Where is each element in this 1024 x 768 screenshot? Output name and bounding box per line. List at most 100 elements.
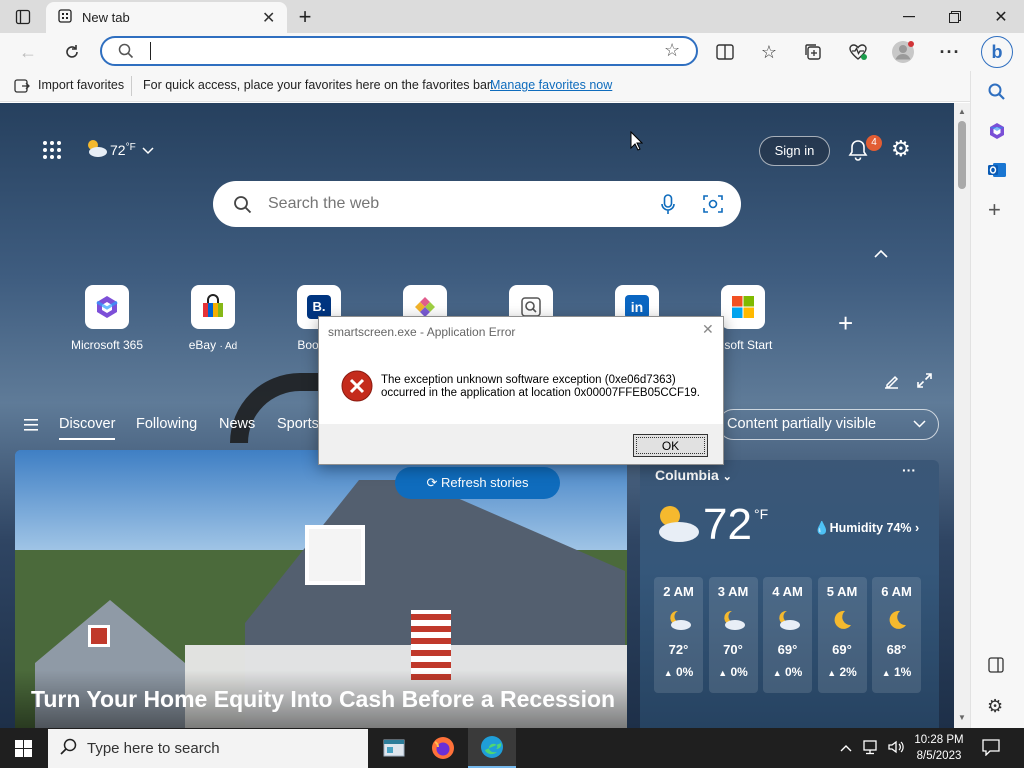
outlook-icon[interactable] bbox=[987, 161, 1007, 182]
windows-start-icon[interactable] bbox=[15, 740, 32, 760]
location-label: Columbia bbox=[655, 467, 719, 483]
tab-news[interactable]: News bbox=[219, 416, 255, 432]
bing-copilot-icon[interactable]: b bbox=[981, 36, 1013, 68]
taskbar-search-box[interactable]: Type here to search bbox=[48, 729, 368, 768]
ok-button[interactable]: OK bbox=[633, 434, 708, 457]
network-icon[interactable] bbox=[862, 739, 880, 758]
precip-value: 0% bbox=[784, 665, 803, 679]
web-search-box[interactable] bbox=[213, 181, 741, 227]
taskbar-app-unknown[interactable] bbox=[370, 728, 418, 768]
shortcut-label: eBay bbox=[188, 338, 217, 352]
hourly-forecast-item: 5 AM 69° ▲ 2% bbox=[817, 577, 867, 693]
show-hidden-icons-chevron-icon[interactable] bbox=[840, 740, 852, 755]
manage-favorites-link[interactable]: Manage favorites now bbox=[490, 78, 612, 92]
new-tab-page-icon bbox=[58, 9, 72, 26]
add-shortcut-plus-icon[interactable]: + bbox=[838, 308, 853, 339]
sidebar-settings-gear-icon[interactable]: ⚙ bbox=[987, 696, 1003, 717]
address-bar[interactable]: ☆ bbox=[100, 36, 698, 66]
back-arrow-icon[interactable]: ← bbox=[15, 39, 41, 65]
new-tab-plus-icon[interactable]: + bbox=[282, 0, 328, 33]
shortcut-ebay[interactable]: eBay · Ad bbox=[168, 285, 258, 352]
current-temp: 72 bbox=[703, 500, 752, 549]
hour-temp: 68° bbox=[886, 642, 907, 657]
scroll-down-arrow-icon[interactable]: ▼ bbox=[958, 713, 966, 722]
active-tab-underline bbox=[59, 438, 116, 440]
weather-widget[interactable]: 72 °F bbox=[84, 137, 154, 162]
edit-layout-icon[interactable] bbox=[884, 374, 899, 392]
tab-following[interactable]: Following bbox=[136, 416, 197, 432]
feed-menu-hamburger-icon[interactable] bbox=[24, 419, 38, 434]
visual-search-camera-icon[interactable] bbox=[703, 194, 723, 217]
barn-emblem bbox=[88, 625, 110, 647]
text-cursor bbox=[150, 42, 151, 60]
shortcut-microsoft-365[interactable]: Microsoft 365 bbox=[62, 285, 152, 352]
hour-label: 5 AM bbox=[826, 584, 858, 599]
more-options-icon[interactable]: ··· bbox=[902, 462, 916, 478]
weather-card[interactable]: Columbia ⌄ ··· 72 °F 💧Humidity 74% › 2 A… bbox=[640, 460, 939, 728]
error-line-2: occurred in the application at location … bbox=[381, 387, 700, 399]
hour-precip: ▲ 0% bbox=[763, 665, 812, 679]
restore-icon[interactable] bbox=[932, 0, 978, 33]
humidity-readout: 💧Humidity 74% › bbox=[814, 521, 919, 536]
apps-launcher-icon[interactable] bbox=[42, 140, 62, 163]
refresh-stories-button[interactable]: ⟳ Refresh stories bbox=[395, 467, 560, 499]
error-icon bbox=[341, 370, 373, 405]
expand-icon[interactable] bbox=[917, 373, 932, 391]
shortcut-label: Microsoft 365 bbox=[70, 338, 144, 352]
page-settings-gear-icon[interactable]: ⚙ bbox=[891, 136, 911, 162]
microsoft-365-icon[interactable] bbox=[988, 122, 1006, 143]
action-center-icon[interactable] bbox=[982, 739, 1000, 759]
refresh-icon[interactable] bbox=[59, 39, 85, 65]
web-search-input[interactable] bbox=[268, 193, 638, 215]
browser-essentials-icon[interactable] bbox=[845, 39, 871, 65]
partly-cloudy-night-icon bbox=[763, 608, 812, 632]
taskbar-search-placeholder: Type here to search bbox=[87, 740, 220, 757]
partly-cloudy-icon bbox=[84, 137, 110, 162]
moon-icon bbox=[872, 608, 921, 632]
minimize-icon[interactable] bbox=[886, 0, 932, 33]
tab-sports[interactable]: Sports bbox=[277, 416, 319, 432]
add-sidebar-app-icon[interactable]: + bbox=[988, 199, 1001, 221]
settings-more-icon[interactable]: ··· bbox=[937, 39, 963, 65]
close-tab-icon[interactable]: ✕ bbox=[262, 8, 275, 28]
scrollbar-thumb[interactable] bbox=[958, 121, 966, 189]
tab-discover[interactable]: Discover bbox=[59, 416, 116, 440]
volume-icon[interactable] bbox=[887, 739, 905, 758]
hour-precip: ▲ 1% bbox=[872, 665, 921, 679]
tab-actions-icon[interactable] bbox=[0, 0, 46, 33]
dialog-close-icon[interactable]: ✕ bbox=[702, 321, 714, 338]
microphone-icon[interactable] bbox=[661, 194, 675, 218]
collapse-chevron-up-icon[interactable] bbox=[874, 246, 888, 261]
collections-icon[interactable] bbox=[800, 39, 826, 65]
content-visibility-dropdown[interactable]: Content partially visible bbox=[718, 409, 939, 440]
system-clock[interactable]: 10:28 PM 8/5/2023 bbox=[912, 732, 966, 764]
weather-temp: 72 bbox=[110, 141, 126, 158]
weather-location[interactable]: Columbia ⌄ bbox=[655, 467, 732, 483]
hour-label: 3 AM bbox=[717, 584, 749, 599]
close-window-icon[interactable]: ✕ bbox=[978, 0, 1024, 33]
hide-sidebar-icon[interactable] bbox=[988, 657, 1004, 676]
search-icon[interactable] bbox=[988, 83, 1006, 104]
sign-in-button[interactable]: Sign in bbox=[759, 136, 830, 166]
hero-headline[interactable]: Turn Your Home Equity Into Cash Before a… bbox=[31, 686, 615, 713]
import-favorites-link[interactable]: Import favorites bbox=[38, 78, 124, 92]
edge-sidebar: + ⚙ bbox=[970, 71, 1024, 728]
import-icon bbox=[14, 78, 30, 97]
content-visibility-label: Content partially visible bbox=[727, 416, 877, 432]
page-scrollbar[interactable]: ▲ ▼ bbox=[954, 103, 970, 728]
taskbar-edge[interactable] bbox=[468, 728, 516, 768]
ad-label: · Ad bbox=[219, 341, 238, 352]
favorite-star-icon[interactable]: ☆ bbox=[664, 40, 680, 61]
favorites-icon[interactable]: ☆ bbox=[756, 39, 782, 65]
address-input[interactable] bbox=[156, 41, 656, 61]
hour-temp: 69° bbox=[777, 642, 798, 657]
taskbar-firefox[interactable] bbox=[419, 728, 467, 768]
profile-avatar-icon[interactable] bbox=[890, 39, 916, 65]
tab-new-tab[interactable]: New tab ✕ bbox=[46, 2, 287, 33]
hour-temp: 69° bbox=[832, 642, 852, 657]
scroll-up-arrow-icon[interactable]: ▲ bbox=[958, 107, 966, 116]
hour-precip: ▲ 0% bbox=[654, 665, 703, 679]
split-screen-icon[interactable] bbox=[712, 39, 738, 65]
hour-temp: 70° bbox=[723, 642, 743, 657]
dialog-title: smartscreen.exe - Application Error bbox=[328, 325, 516, 339]
